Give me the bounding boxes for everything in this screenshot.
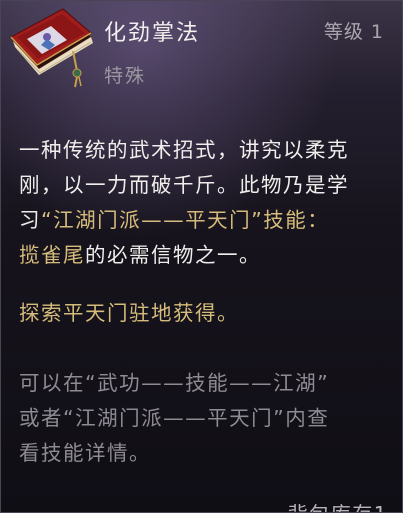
description-line: 刚，以一力而破千斤。此物乃是学 xyxy=(19,173,349,197)
skill-school-highlight: “江湖门派——平天门”技能： xyxy=(41,208,330,232)
item-description: 一种传统的武术招式，讲究以柔克 刚，以一力而破千斤。此物乃是学 习“江湖门派——… xyxy=(19,133,391,273)
description-line: 一种传统的武术招式，讲究以柔克 xyxy=(19,138,349,162)
manual-book-icon xyxy=(7,7,99,89)
hint-line: 看技能详情。 xyxy=(19,441,151,465)
item-name: 化劲掌法 xyxy=(104,21,201,46)
description-line: 习“江湖门派——平天门”技能： xyxy=(19,203,391,238)
description-text: 习 xyxy=(19,208,41,232)
bag-stock-count: 背包库存1 xyxy=(288,498,388,512)
usage-hint: 可以在“武功——技能——江湖” 或者“江湖门派——平天门”内查 看技能详情。 xyxy=(19,366,391,471)
item-type: 特殊 xyxy=(104,65,147,87)
item-level: 等级 1 xyxy=(323,21,384,43)
hint-line: 或者“江湖门派——平天门”内查 xyxy=(19,406,330,430)
item-tooltip: 化劲掌法 等级 1 特殊 一种传统的武术招式，讲究以柔克 刚，以一力而破千斤。此… xyxy=(0,0,403,513)
skill-name-highlight: 揽雀尾 xyxy=(19,243,85,267)
hint-line: 可以在“武功——技能——江湖” xyxy=(19,371,330,395)
description-text: 的必需信物之一。 xyxy=(85,243,261,267)
description-line: 揽雀尾的必需信物之一。 xyxy=(19,238,391,273)
item-source: 探索平天门驻地获得。 xyxy=(19,301,239,325)
